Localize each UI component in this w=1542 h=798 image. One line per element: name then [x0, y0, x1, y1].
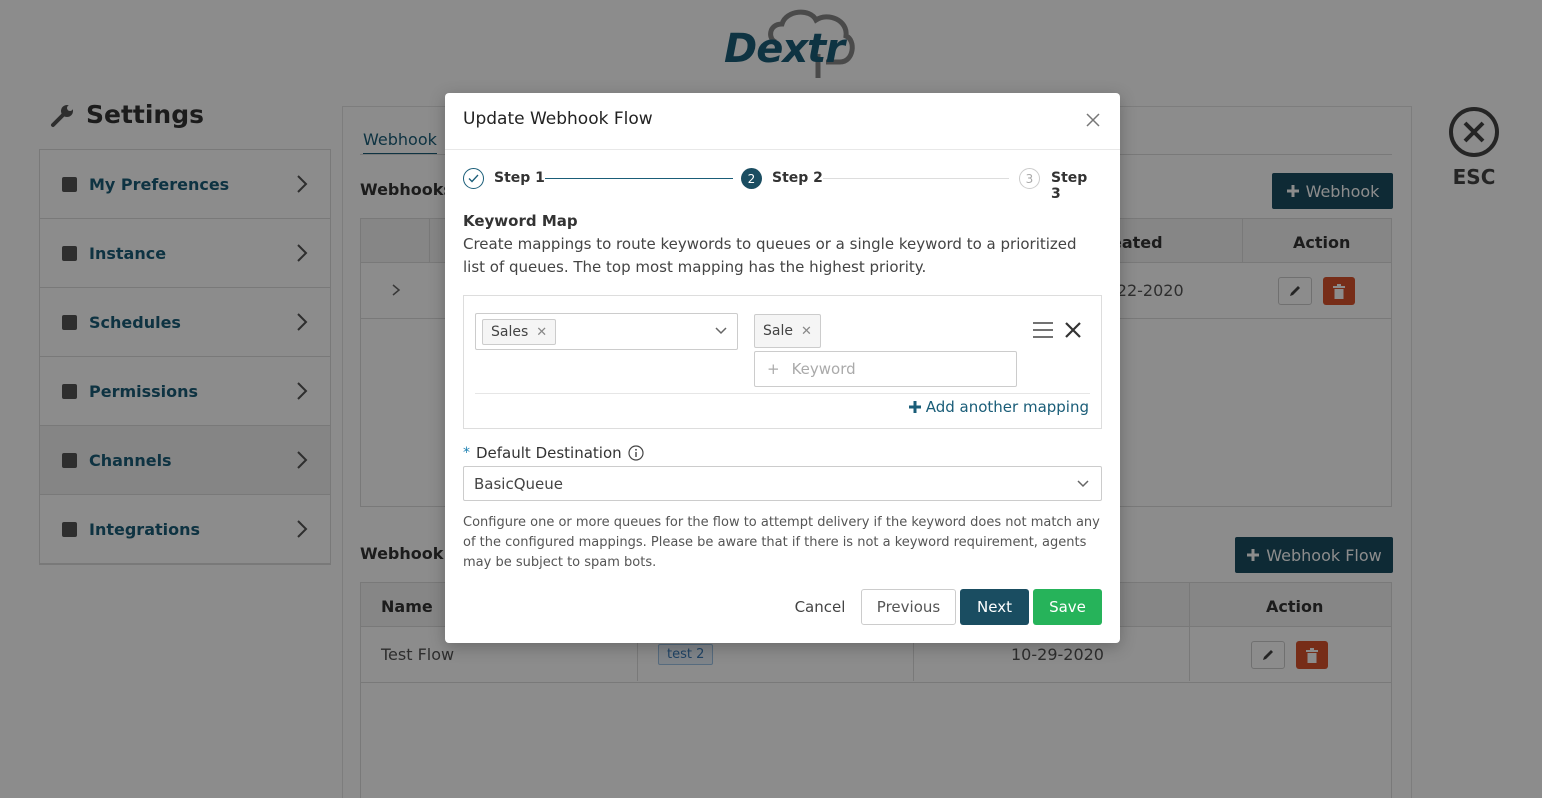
mapping-divider [475, 393, 1090, 394]
chevron-down-icon [715, 327, 727, 335]
step-1-check-icon [463, 168, 484, 189]
keyword-input[interactable]: + Keyword [754, 351, 1017, 387]
keyword-mapping-list: Sales ✕ Sale ✕ + Keyword Add another map… [463, 295, 1102, 429]
keyword-chip-label: Sale [763, 323, 793, 339]
default-destination-label-text: Default Destination [476, 444, 622, 462]
default-destination-select[interactable]: BasicQueue [463, 466, 1102, 501]
step-2-label: Step 2 [772, 170, 823, 186]
chevron-down-icon [1077, 480, 1089, 488]
queue-chip-label: Sales [491, 324, 529, 340]
keyword-chip: Sale ✕ [754, 314, 821, 348]
keyword-map-description: Create mappings to route keywords to que… [463, 235, 1077, 276]
chip-remove-icon[interactable]: ✕ [801, 324, 812, 339]
update-webhook-flow-dialog: Update Webhook Flow Step 1 2 Step 2 3 St… [445, 93, 1120, 643]
default-destination-value: BasicQueue [474, 474, 563, 493]
queue-chip: Sales ✕ [482, 319, 557, 345]
chip-remove-icon[interactable]: ✕ [536, 325, 547, 340]
plus-icon: + [767, 360, 780, 378]
drag-handle-icon[interactable] [1032, 321, 1054, 339]
info-icon[interactable] [628, 445, 644, 461]
remove-mapping-icon[interactable] [1065, 322, 1081, 338]
previous-button[interactable]: Previous [861, 589, 956, 625]
dialog-title: Update Webhook Flow [463, 109, 653, 129]
required-mark: * [463, 445, 470, 461]
step-2-number: 2 [741, 168, 762, 189]
default-destination-help: Configure one or more queues for the flo… [463, 515, 1100, 570]
dialog-header: Update Webhook Flow [445, 93, 1120, 150]
step-3-label: Step 3 [1051, 170, 1088, 202]
cancel-button[interactable]: Cancel [783, 589, 857, 625]
step-3-number: 3 [1019, 168, 1040, 189]
keyword-map-title: Keyword Map [463, 212, 578, 230]
next-button[interactable]: Next [960, 589, 1029, 625]
close-icon[interactable] [1084, 111, 1102, 129]
stepper: Step 1 2 Step 2 3 Step 3 [463, 168, 1093, 202]
plus-icon [908, 401, 921, 413]
save-button[interactable]: Save [1033, 589, 1102, 625]
step-1-label: Step 1 [494, 170, 545, 186]
add-mapping-button[interactable]: Add another mapping [908, 398, 1089, 416]
add-mapping-label: Add another mapping [925, 398, 1089, 416]
default-destination-label: * Default Destination [463, 444, 644, 462]
step-connector [545, 178, 733, 179]
queue-select[interactable]: Sales ✕ [475, 313, 738, 350]
keyword-placeholder: Keyword [791, 360, 856, 378]
step-connector [823, 178, 1009, 179]
